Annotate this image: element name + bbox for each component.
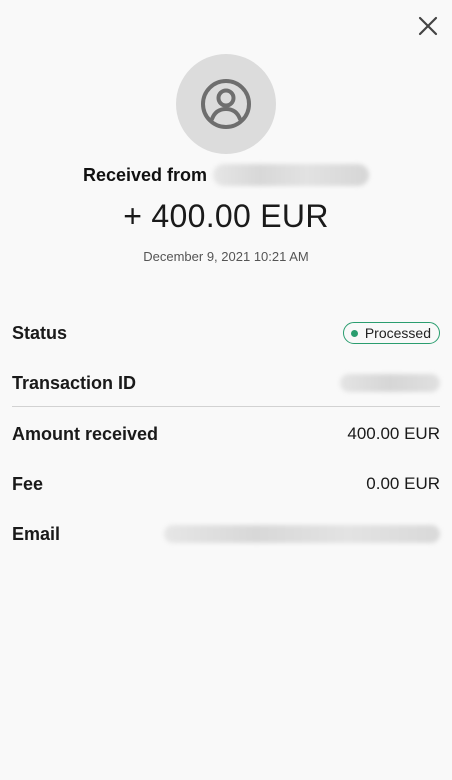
transaction-amount: + 400.00 EUR [123,198,329,234]
email-redacted [164,525,440,543]
amount-received-label: Amount received [12,423,159,444]
transaction-id-row: Transaction ID [12,368,440,398]
close-button[interactable] [414,12,442,40]
email-row: Email [12,519,440,549]
received-from-row: Received from [0,160,452,190]
transaction-id-redacted [340,374,440,392]
status-value: Processed [364,325,431,341]
fee-row: Fee 0.00 EUR [12,469,440,499]
transaction-id-label: Transaction ID [12,372,137,393]
amount-received-value: 400.00 EUR [347,424,440,443]
status-row: Status Processed [12,318,440,348]
email-label: Email [12,523,61,544]
divider [12,406,440,407]
close-icon [418,16,438,36]
status-label: Status [12,322,68,343]
sender-name-redacted [213,164,370,186]
avatar [176,54,276,154]
fee-label: Fee [12,473,44,494]
status-dot-icon [350,329,358,337]
fee-value: 0.00 EUR [366,474,440,493]
user-avatar-icon [201,79,251,129]
received-from-label: Received from [82,164,208,185]
status-badge: Processed [342,322,440,344]
transaction-datetime: December 9, 2021 10:21 AM [143,249,309,264]
amount-received-row: Amount received 400.00 EUR [12,419,440,449]
